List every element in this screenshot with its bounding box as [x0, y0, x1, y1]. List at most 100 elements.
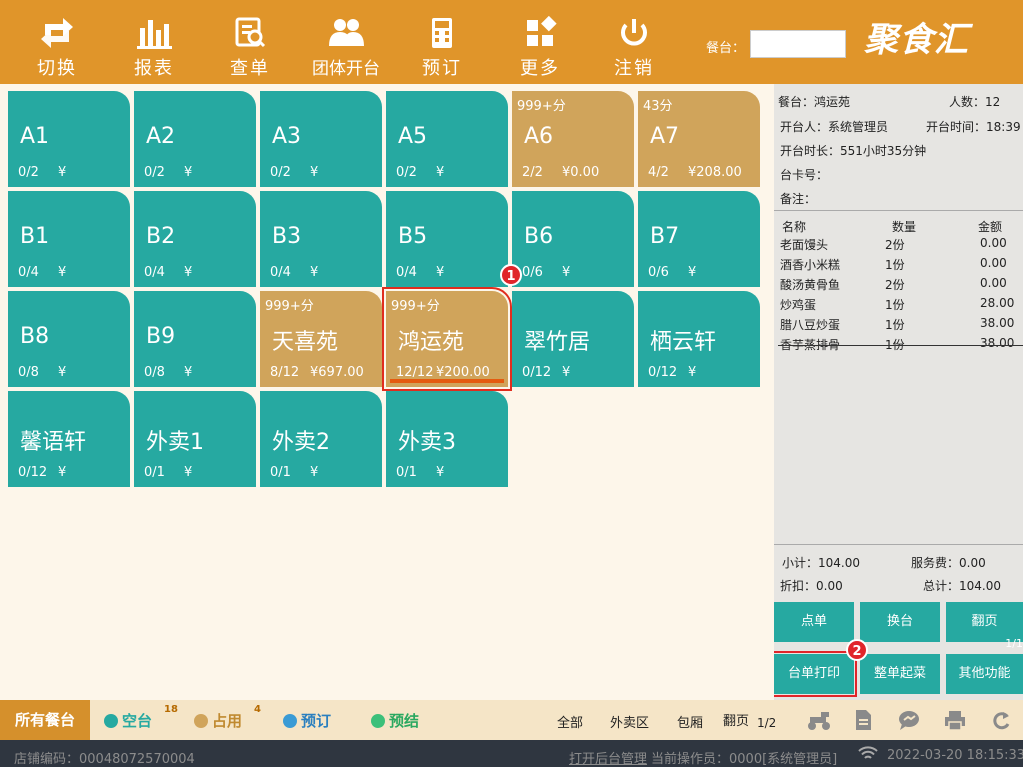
filter-reserved[interactable]: 预订 — [283, 710, 331, 731]
tile-table-name: B2 — [146, 224, 176, 249]
logout-label: 注销 — [614, 58, 654, 79]
item-amount: 0.00 — [980, 256, 1007, 270]
table-tile[interactable]: B7 0/6 ¥ — [638, 191, 760, 287]
table-tile[interactable]: A2 0/2 ¥ — [134, 91, 256, 187]
printer-icon[interactable] — [944, 709, 966, 731]
table-tile[interactable]: 馨语轩 0/12 ¥ — [8, 391, 130, 487]
tile-table-name: 馨语轩 — [20, 430, 87, 455]
all-tables-tab[interactable]: 所有餐台 — [0, 700, 90, 740]
tile-points-badge: 999+分 — [391, 299, 440, 314]
table-tile[interactable]: 43分 A7 4/2 ¥208.00 — [638, 91, 760, 187]
change-table-button[interactable]: 换台 — [860, 602, 940, 642]
table-tile[interactable]: 外卖3 0/1 ¥ — [386, 391, 508, 487]
reports-button[interactable]: 报表 — [114, 8, 194, 80]
table-tile[interactable]: B6 0/6 ¥ — [512, 191, 634, 287]
check-bill-button[interactable]: 查单 — [210, 8, 290, 80]
tile-seats: 4/2 — [648, 165, 669, 180]
switch-icon — [41, 18, 73, 48]
tile-table-name: B3 — [272, 224, 302, 249]
item-amount: 28.00 — [980, 296, 1015, 310]
switch-button[interactable]: 切换 — [17, 8, 97, 80]
filter-occupied[interactable]: 占用 4 — [194, 704, 261, 731]
table-tile[interactable]: B1 0/4 ¥ — [8, 191, 130, 287]
tile-seats: 0/4 — [270, 265, 291, 280]
tile-amount: ¥ — [184, 265, 193, 280]
group-open-button[interactable]: 团体开台 — [306, 8, 386, 80]
tile-table-name: B9 — [146, 324, 176, 349]
table-tile[interactable]: A1 0/2 ¥ — [8, 91, 130, 187]
document-icon[interactable] — [852, 709, 874, 731]
table-tile[interactable]: 外卖2 0/1 ¥ — [260, 391, 382, 487]
tile-amount: ¥200.00 — [436, 365, 490, 380]
filter-free[interactable]: 空台 18 — [104, 704, 178, 731]
search-document-icon — [235, 17, 266, 48]
item-name: 老面馒头 — [780, 238, 829, 252]
settled-dot-icon — [371, 714, 385, 728]
top-toolbar: 切换 报表 查单 团体开台 预订 更多 注销 餐台： 聚食汇 — [0, 0, 1023, 84]
occupied-count: 4 — [254, 704, 261, 715]
table-tile[interactable]: B9 0/8 ¥ — [134, 291, 256, 387]
item-amount: 38.00 — [980, 316, 1015, 330]
filter-settled[interactable]: 预结 — [371, 710, 419, 731]
tile-amount: ¥ — [310, 165, 319, 180]
table-search-input[interactable] — [750, 30, 846, 58]
step-marker-2: 2 — [846, 639, 868, 661]
other-functions-label: 其他功能 — [958, 666, 1011, 681]
power-icon — [621, 19, 647, 46]
tile-table-name: 鸿运苑 — [398, 330, 465, 355]
reserve-button[interactable]: 预订 — [402, 8, 482, 80]
table-tile[interactable]: B3 0/4 ¥ — [260, 191, 382, 287]
detail-note: 备注： — [780, 192, 817, 206]
area-all-link[interactable]: 全部 — [557, 712, 583, 731]
table-tile-selected[interactable]: 999+分 鸿运苑 12/12 ¥200.00 — [382, 287, 512, 391]
item-qty: 2份 — [885, 278, 905, 292]
item-qty: 1份 — [885, 258, 905, 272]
open-backend-link[interactable]: 打开后台管理 — [569, 748, 647, 767]
table-tile[interactable]: B5 0/4 ¥ — [386, 191, 508, 287]
tile-seats: 0/12 — [648, 365, 678, 380]
delivery-scooter-icon[interactable] — [806, 709, 832, 731]
tile-amount: ¥0.00 — [562, 165, 600, 180]
table-tile[interactable]: 外卖1 0/1 ¥ — [134, 391, 256, 487]
group-icon — [329, 19, 364, 46]
area-takeout-link[interactable]: 外卖区 — [610, 712, 649, 731]
reserve-label: 预订 — [422, 58, 462, 79]
logout-button[interactable]: 注销 — [594, 8, 674, 80]
tile-amount: ¥697.00 — [310, 365, 364, 380]
print-bill-label: 台单打印 — [787, 666, 840, 681]
item-qty: 1份 — [885, 318, 905, 332]
tile-seats: 0/2 — [270, 165, 291, 180]
table-tile[interactable]: 栖云轩 0/12 ¥ — [638, 291, 760, 387]
table-tile[interactable]: B8 0/8 ¥ — [8, 291, 130, 387]
page-button[interactable]: 翻页 1/1 — [946, 602, 1023, 650]
more-label: 更多 — [520, 58, 560, 79]
table-tile[interactable]: A5 0/2 ¥ — [386, 91, 508, 187]
table-tile[interactable]: 999+分 A6 2/2 ¥0.00 — [512, 91, 634, 187]
service-fee: 服务费：0.00 — [911, 556, 986, 570]
more-button[interactable]: 更多 — [500, 8, 580, 80]
table-tile[interactable]: 翠竹居 0/12 ¥ — [512, 291, 634, 387]
other-functions-button[interactable]: 其他功能 — [946, 654, 1023, 694]
detail-open-time: 开台时间：18:39 — [926, 120, 1021, 134]
tile-table-name: 栖云轩 — [650, 330, 717, 355]
tile-points-badge: 999+分 — [517, 99, 566, 114]
item-amount: 0.00 — [980, 236, 1007, 250]
print-bill-button[interactable]: 台单打印 — [774, 651, 857, 697]
area-private-link[interactable]: 包厢 — [677, 712, 703, 731]
table-tile[interactable]: A3 0/2 ¥ — [260, 91, 382, 187]
tile-seats: 0/4 — [144, 265, 165, 280]
tile-amount: ¥208.00 — [688, 165, 742, 180]
serve-all-button[interactable]: 整单起菜 — [860, 654, 940, 694]
chat-icon[interactable] — [898, 709, 920, 731]
table-tile[interactable]: 999+分 天喜苑 8/12 ¥697.00 — [260, 291, 382, 387]
tile-seats: 0/6 — [648, 265, 669, 280]
selected-indicator — [390, 379, 504, 383]
area-page-link[interactable]: 翻页 — [723, 710, 749, 729]
tile-amount: ¥ — [58, 165, 67, 180]
tile-points-badge: 999+分 — [265, 299, 314, 314]
order-button[interactable]: 点单 — [774, 602, 854, 642]
tile-seats: 0/1 — [270, 465, 291, 480]
table-tile[interactable]: B2 0/4 ¥ — [134, 191, 256, 287]
refresh-icon[interactable] — [990, 709, 1012, 731]
divider — [774, 210, 1023, 211]
